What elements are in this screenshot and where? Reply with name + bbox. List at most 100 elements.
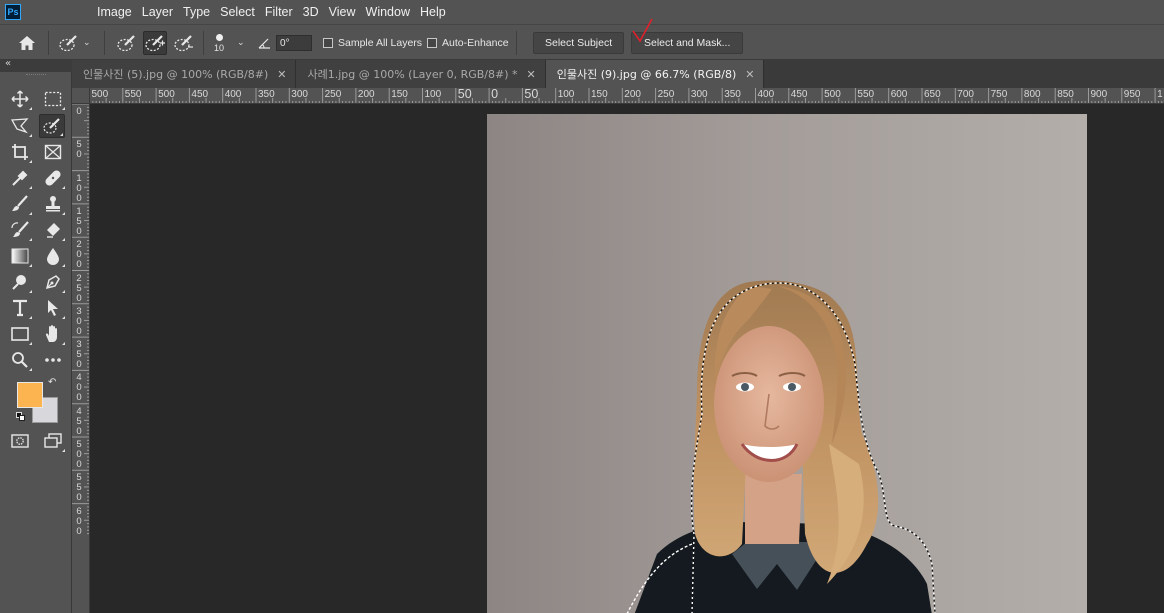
clone-stamp-tool[interactable] bbox=[40, 192, 66, 216]
blur-tool[interactable] bbox=[40, 244, 66, 268]
zoom-tool[interactable] bbox=[7, 348, 33, 372]
options-separator bbox=[516, 31, 517, 55]
collapse-panel-icon[interactable]: « bbox=[5, 58, 11, 69]
hand-tool[interactable] bbox=[40, 322, 66, 346]
ruler-label: 100 bbox=[424, 89, 442, 100]
new-selection-button[interactable] bbox=[115, 25, 139, 61]
pen-icon bbox=[45, 275, 60, 290]
edit-toolbar-button[interactable] bbox=[40, 348, 66, 372]
foreground-color-swatch[interactable] bbox=[17, 382, 43, 408]
menu-select[interactable]: Select bbox=[220, 5, 255, 19]
quick-mask-button[interactable] bbox=[7, 429, 33, 453]
tab-document-1[interactable]: 인물사진 (5).jpg @ 100% (RGB/8#) ✕ bbox=[72, 60, 297, 88]
rectangular-marquee-icon bbox=[44, 91, 62, 107]
move-tool[interactable] bbox=[7, 87, 33, 111]
magnifier-icon bbox=[12, 352, 28, 368]
gradient-tool[interactable] bbox=[7, 244, 33, 268]
menu-3d[interactable]: 3D bbox=[303, 5, 319, 19]
rectangle-tool[interactable] bbox=[7, 322, 33, 346]
horizontal-ruler[interactable]: 500 550 500 450 400 350 300 250 200 150 100 50 0 50 10… bbox=[90, 88, 1164, 104]
quick-selection-tool[interactable] bbox=[39, 114, 65, 138]
document-tabs: 인물사진 (5).jpg @ 100% (RGB/8#) ✕ 사례1.jpg @… bbox=[72, 60, 1164, 88]
eraser-icon bbox=[47, 223, 60, 238]
toolbar-header: « bbox=[0, 58, 72, 72]
brush-size-dropdown[interactable]: ⌄ bbox=[237, 25, 245, 61]
close-icon[interactable]: ✕ bbox=[745, 68, 754, 81]
options-separator bbox=[104, 31, 105, 55]
dodge-tool[interactable] bbox=[7, 270, 33, 294]
pen-tool[interactable] bbox=[40, 270, 66, 294]
screen-mode-button[interactable] bbox=[40, 429, 66, 453]
ruler-label: 750 bbox=[990, 89, 1008, 100]
default-colors-icon[interactable] bbox=[16, 412, 26, 422]
ruler-label: 1 bbox=[1157, 89, 1163, 100]
panel-grip[interactable] bbox=[26, 74, 46, 77]
tool-preset-picker[interactable]: ⌄ bbox=[58, 25, 91, 61]
ruler-origin[interactable] bbox=[72, 88, 90, 104]
brush-tool[interactable] bbox=[7, 192, 33, 216]
eyedropper-tool[interactable] bbox=[7, 166, 33, 190]
eyedropper-icon bbox=[12, 170, 28, 186]
ruler-label: 500 bbox=[158, 89, 175, 100]
ruler-label: 250 bbox=[657, 89, 675, 100]
tab-label: 인물사진 (5).jpg @ 100% (RGB/8#) bbox=[83, 68, 269, 81]
type-tool[interactable] bbox=[7, 296, 33, 320]
path-selection-tool[interactable] bbox=[40, 296, 66, 320]
add-to-selection-button[interactable] bbox=[143, 25, 167, 61]
document-canvas[interactable] bbox=[90, 104, 1164, 613]
menu-type[interactable]: Type bbox=[183, 5, 210, 19]
ruler-label: 800 bbox=[1023, 89, 1041, 100]
eraser-tool[interactable] bbox=[40, 218, 66, 242]
sample-all-layers-checkbox[interactable] bbox=[323, 38, 333, 48]
frame-tool[interactable] bbox=[40, 140, 66, 164]
photoshop-logo-icon[interactable]: Ps bbox=[5, 4, 21, 20]
tab-document-3[interactable]: 인물사진 (9).jpg @ 66.7% (RGB/8) ✕ bbox=[545, 60, 765, 88]
menu-layer[interactable]: Layer bbox=[142, 5, 173, 19]
swap-colors-icon[interactable]: ↶ bbox=[48, 377, 56, 388]
sample-all-layers-option[interactable]: Sample All Layers bbox=[323, 25, 422, 61]
subtract-from-selection-button[interactable] bbox=[172, 25, 196, 61]
chevron-down-icon: ⌄ bbox=[237, 38, 245, 48]
auto-enhance-option[interactable]: Auto-Enhance bbox=[427, 25, 509, 61]
home-icon bbox=[19, 36, 35, 50]
ruler-label: 100 bbox=[557, 89, 575, 100]
menu-bar: Ps Image Layer Type Select Filter 3D Vie… bbox=[0, 0, 1164, 24]
select-subject-button[interactable]: Select Subject bbox=[533, 32, 625, 54]
vertical-ruler[interactable]: 050100150200250300350400450500550600 bbox=[72, 104, 90, 613]
ruler-label: 300 bbox=[291, 89, 308, 100]
marquee-tool[interactable] bbox=[40, 87, 66, 111]
sample-all-layers-label: Sample All Layers bbox=[338, 37, 423, 49]
auto-enhance-label: Auto-Enhance bbox=[442, 37, 509, 49]
crop-tool[interactable] bbox=[7, 140, 33, 164]
move-icon bbox=[11, 90, 29, 108]
angle-input[interactable]: 0° bbox=[276, 35, 312, 51]
menu-image[interactable]: Image bbox=[97, 5, 132, 19]
ruler-label: 100 bbox=[76, 172, 82, 204]
ruler-label: 150 bbox=[591, 89, 608, 100]
history-brush-tool[interactable] bbox=[7, 218, 33, 242]
more-dots-icon bbox=[45, 358, 61, 362]
close-icon[interactable]: ✕ bbox=[277, 68, 286, 81]
ruler-label: 150 bbox=[391, 89, 408, 100]
close-icon[interactable]: ✕ bbox=[527, 68, 536, 81]
ruler-label: 300 bbox=[76, 305, 82, 337]
auto-enhance-checkbox[interactable] bbox=[427, 38, 437, 48]
hand-icon bbox=[45, 325, 57, 342]
menu-window[interactable]: Window bbox=[366, 5, 410, 19]
menu-filter[interactable]: Filter bbox=[265, 5, 293, 19]
annotation-checkmark-icon bbox=[632, 18, 653, 43]
menu-view[interactable]: View bbox=[329, 5, 356, 19]
home-button[interactable] bbox=[18, 25, 36, 61]
ruler-label: 200 bbox=[357, 89, 375, 100]
menu-help[interactable]: Help bbox=[420, 5, 446, 19]
healing-brush-tool[interactable] bbox=[40, 166, 66, 190]
tab-document-2[interactable]: 사례1.jpg @ 100% (Layer 0, RGB/8#) * ✕ bbox=[296, 60, 546, 88]
ruler-label: 350 bbox=[724, 89, 741, 100]
screen-mode-icon bbox=[44, 433, 62, 448]
ruler-label: 450 bbox=[191, 89, 209, 100]
lasso-tool[interactable] bbox=[7, 114, 33, 138]
ruler-label: 550 bbox=[857, 89, 875, 100]
brush-size-picker[interactable]: 10 bbox=[214, 25, 224, 61]
ruler-label: 150 bbox=[76, 205, 82, 237]
ruler-label: 450 bbox=[76, 405, 82, 437]
